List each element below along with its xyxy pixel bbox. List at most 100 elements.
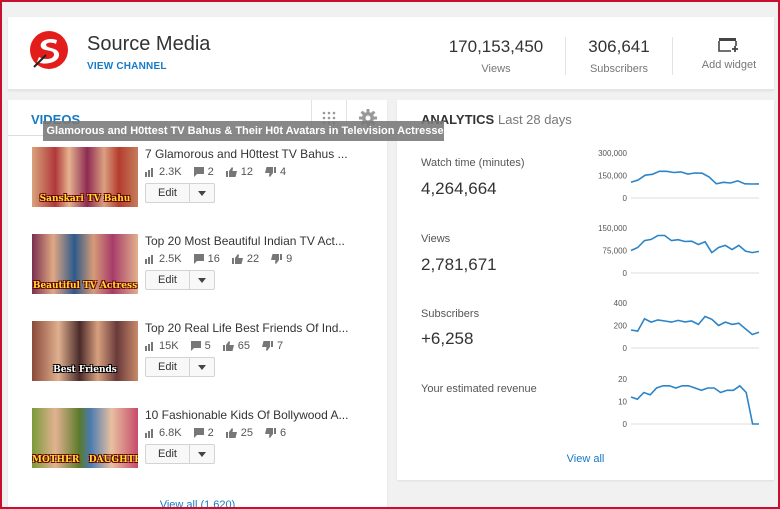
view-count: 6.8K <box>159 427 182 439</box>
caret-down-icon <box>198 277 206 283</box>
video-list-item[interactable]: Best Friends Top 20 Real Life Best Frien… <box>32 321 387 389</box>
view-channel-link[interactable]: VIEW CHANNEL <box>87 61 167 72</box>
analytics-card: ANALYTICS Last 28 days Watch time (minut… <box>397 100 774 480</box>
sparkline-chart[interactable]: 150,000 75,000 0 <box>587 223 767 283</box>
edit-label: Edit <box>146 358 190 376</box>
video-title[interactable]: Top 20 Real Life Best Friends Of Ind... <box>145 321 355 335</box>
edit-dropdown[interactable] <box>190 271 214 289</box>
metric-label: Watch time (minutes) <box>421 157 525 169</box>
edit-button[interactable]: Edit <box>145 444 215 464</box>
axis-tick-label: 0 <box>623 269 628 278</box>
axis-tick-label: 150,000 <box>598 224 627 233</box>
video-thumbnail[interactable]: MOTHER DAUGHTER <box>32 408 138 468</box>
add-widget-button[interactable]: Add widget <box>694 37 764 71</box>
video-title[interactable]: 7 Glamorous and H0ttest TV Bahus ... <box>145 147 355 161</box>
metric-value: +6,258 <box>421 329 474 348</box>
thumbs-up-icon <box>225 167 237 177</box>
axis-tick-label: 75,000 <box>603 247 628 256</box>
edit-label: Edit <box>146 184 190 202</box>
bar-chart-icon <box>145 341 153 351</box>
channel-logo-icon[interactable] <box>28 29 70 71</box>
subscribers-count: 306,641 <box>588 37 650 56</box>
thumbnail-caption: Best Friends <box>53 365 117 375</box>
comment-count: 5 <box>204 340 211 352</box>
sparkline-series <box>630 384 759 425</box>
channel-name: Source Media <box>87 33 211 55</box>
edit-label: Edit <box>146 271 190 289</box>
subscribers-stat[interactable]: 306,641 Subscribers <box>580 37 658 75</box>
comment-count: 2 <box>207 166 214 178</box>
analytics-period: Last 28 days <box>498 112 572 127</box>
edit-dropdown[interactable] <box>190 445 214 463</box>
sparkline-chart[interactable]: 20 10 0 <box>587 374 767 434</box>
dislike-count: 9 <box>286 253 293 265</box>
video-title-tooltip: 7 Glamorous and H0ttest TV Bahus & Their… <box>43 121 444 141</box>
thumbs-down-icon <box>271 254 283 264</box>
video-stats: 15K 5 65 7 <box>145 340 295 352</box>
add-widget-icon <box>718 38 738 52</box>
axis-tick-label: 20 <box>618 375 627 384</box>
video-list-item[interactable]: Sanskari TV Bahu 7 Glamorous and H0ttest… <box>32 147 387 215</box>
video-thumbnail[interactable]: Beautiful TV Actress <box>32 234 138 294</box>
thumbnail-caption: MOTHER DAUGHTER <box>32 455 138 465</box>
axis-tick-label: 150,000 <box>598 172 627 181</box>
video-thumbnail[interactable]: Best Friends <box>32 321 138 381</box>
view-all-videos-link[interactable]: View all (1,620) <box>8 499 387 509</box>
sparkline-chart[interactable]: 300,000 150,000 0 <box>587 148 767 208</box>
edit-dropdown[interactable] <box>190 358 214 376</box>
views-stat[interactable]: 170,153,450 Views <box>445 37 547 75</box>
video-list-item[interactable]: MOTHER DAUGHTER 10 Fashionable Kids Of B… <box>32 408 387 476</box>
like-count: 12 <box>240 166 254 178</box>
axis-tick-label: 400 <box>614 299 628 308</box>
thumbnail-caption: Sanskari TV Bahu <box>39 194 131 204</box>
view-all-analytics-link[interactable]: View all <box>397 453 774 465</box>
caret-down-icon <box>198 364 206 370</box>
caret-down-icon <box>198 190 206 196</box>
comment-icon <box>193 428 204 438</box>
comment-count: 2 <box>207 427 214 439</box>
channel-header: Source Media VIEW CHANNEL 170,153,450 Vi… <box>8 17 774 90</box>
view-count: 15K <box>159 340 179 352</box>
thumbs-down-icon <box>265 428 277 438</box>
comment-icon <box>193 254 204 264</box>
subscribers-label: Subscribers <box>589 63 649 75</box>
metric-label: Subscribers <box>421 308 480 320</box>
comment-count: 16 <box>207 253 220 265</box>
dislike-count: 7 <box>276 340 284 352</box>
video-title[interactable]: Top 20 Most Beautiful Indian TV Act... <box>145 234 355 248</box>
metric-value: 4,264,664 <box>421 179 497 198</box>
video-stats: 6.8K 2 25 6 <box>145 427 298 439</box>
edit-label: Edit <box>146 445 190 463</box>
views-count: 170,153,450 <box>448 37 544 56</box>
edit-dropdown[interactable] <box>190 184 214 202</box>
thumbs-up-icon <box>231 254 243 264</box>
thumbnail-caption: Beautiful TV Actress <box>32 281 138 291</box>
like-count: 22 <box>246 253 260 265</box>
bar-chart-icon <box>145 254 153 264</box>
dislike-count: 4 <box>280 166 287 178</box>
axis-tick-label: 0 <box>623 420 628 429</box>
axis-tick-label: 0 <box>623 194 628 203</box>
edit-button[interactable]: Edit <box>145 270 215 290</box>
views-label: Views <box>481 63 511 75</box>
edit-button[interactable]: Edit <box>145 183 215 203</box>
video-thumbnail[interactable]: Sanskari TV Bahu <box>32 147 138 207</box>
sparkline-series <box>630 315 760 336</box>
video-list-item[interactable]: Beautiful TV Actress Top 20 Most Beautif… <box>32 234 387 302</box>
video-stats: 2.3K 2 12 4 <box>145 166 298 178</box>
divider <box>565 37 566 75</box>
bar-chart-icon <box>145 167 153 177</box>
add-widget-label: Add widget <box>701 59 757 71</box>
video-title[interactable]: 10 Fashionable Kids Of Bollywood A... <box>145 408 355 422</box>
edit-button[interactable]: Edit <box>145 357 215 377</box>
metric-value: 2,781,671 <box>421 255 497 274</box>
view-count: 2.5K <box>159 253 182 265</box>
videos-card: VIDEOS Sanskari TV Bahu 7 Glamorous and … <box>8 100 387 509</box>
thumbs-down-icon <box>261 341 273 351</box>
axis-tick-label: 0 <box>623 344 628 353</box>
sparkline-chart[interactable]: 400 200 0 <box>587 298 767 358</box>
like-count: 65 <box>237 340 250 352</box>
sparkline-series <box>630 170 760 185</box>
axis-tick-label: 300,000 <box>598 149 627 158</box>
sparkline-series <box>630 234 760 254</box>
